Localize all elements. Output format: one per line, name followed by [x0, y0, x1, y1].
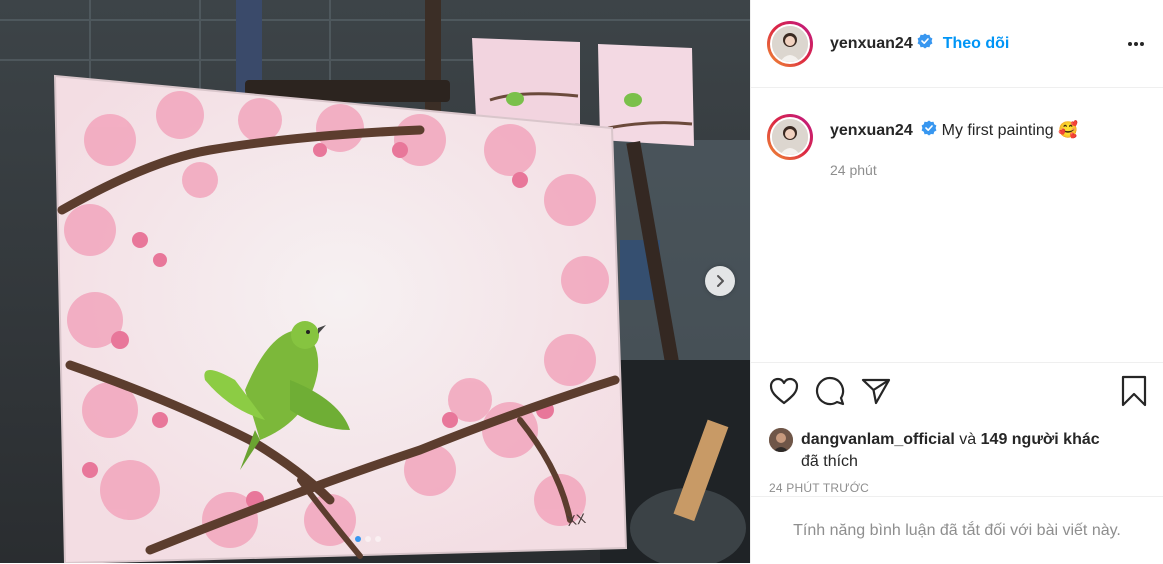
caption-body: yenxuan24 My first painting 🥰 24 phút: [830, 114, 1078, 180]
heart-icon: [769, 377, 799, 404]
liker-avatar[interactable]: [769, 428, 793, 452]
caption: yenxuan24 My first painting 🥰 24 phút: [751, 88, 1163, 180]
post-image[interactable]: XX: [0, 0, 750, 563]
share-icon: [861, 378, 891, 404]
follow-button[interactable]: Theo dõi: [943, 35, 1010, 53]
verified-badge-icon: [917, 33, 933, 54]
likes-conjunction: và: [959, 431, 977, 448]
caption-username[interactable]: yenxuan24: [830, 122, 913, 139]
likes-others[interactable]: 149 người khác: [981, 431, 1100, 448]
post-side-panel: yenxuan24 Theo dõi yenxuan24 My first pa…: [750, 0, 1163, 563]
liker-username[interactable]: dangvanlam_official: [801, 431, 955, 448]
likes-suffix: đã thích: [801, 453, 858, 470]
chevron-right-icon: [717, 275, 724, 287]
save-button[interactable]: [1121, 375, 1147, 412]
caption-time[interactable]: 24 phút: [830, 160, 1078, 180]
carousel-dot: [365, 536, 371, 542]
comment-icon: [816, 376, 845, 405]
next-image-button[interactable]: [705, 266, 735, 296]
svg-text:XX: XX: [566, 510, 588, 529]
comments-disabled-notice: Tính năng bình luận đã tắt đối với bài v…: [751, 496, 1163, 564]
action-icons: [769, 375, 1147, 412]
avatar: [770, 23, 810, 64]
avatar-ring[interactable]: [767, 20, 813, 67]
header-username[interactable]: yenxuan24: [830, 35, 913, 53]
more-horizontal-icon: [1128, 42, 1144, 46]
carousel-indicator: [355, 536, 381, 542]
post-actions: dangvanlam_official và 149 người khác đã…: [751, 362, 1163, 495]
painting-photo: XX: [0, 0, 750, 563]
comment-button[interactable]: [815, 376, 845, 411]
avatar-image: [772, 25, 808, 62]
more-options-button[interactable]: [1127, 34, 1145, 52]
posted-time[interactable]: 24 PHÚT TRƯỚC: [769, 481, 1147, 495]
caption-text: My first painting: [941, 122, 1054, 140]
likes-summary: dangvanlam_official và 149 người khác đã…: [769, 428, 1147, 473]
bookmark-icon: [1121, 375, 1147, 406]
caption-avatar: [770, 117, 810, 157]
carousel-dot: [355, 536, 361, 542]
post-header: yenxuan24 Theo dõi: [751, 0, 1163, 88]
verified-badge-icon: [921, 120, 937, 142]
post: XX yenxuan24 Theo dõi yenxuan24 My first…: [0, 0, 1163, 563]
caption-avatar-ring[interactable]: [767, 114, 813, 160]
share-button[interactable]: [861, 377, 891, 410]
caption-emoji: 🥰: [1058, 122, 1079, 140]
like-button[interactable]: [769, 377, 799, 410]
avatar-image: [772, 119, 808, 155]
carousel-dot: [375, 536, 381, 542]
